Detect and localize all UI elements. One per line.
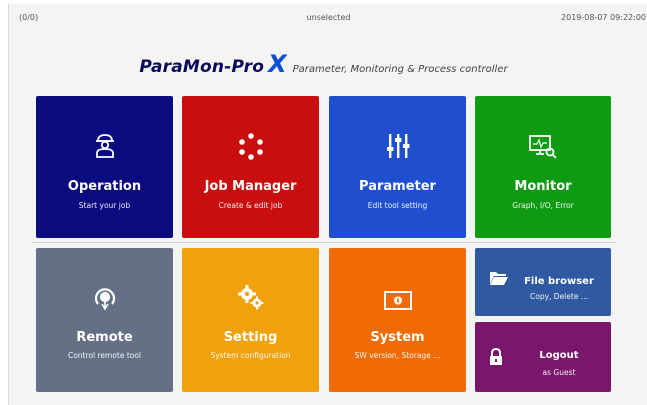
logout-tile[interactable]: Logout as Guest (475, 322, 611, 392)
system-tile[interactable]: System SW version, Storage ... (329, 248, 466, 392)
remote-tile[interactable]: Remote Control remote tool (36, 248, 173, 392)
parameter-tile[interactable]: Parameter Edit tool setting (329, 96, 466, 238)
brand-name: ParaMon-Pro (139, 57, 265, 77)
sliders-icon (329, 132, 466, 160)
operation-subtitle: Start your job (78, 201, 131, 210)
setting-subtitle: System configuration (210, 351, 291, 360)
datetime-status: 2019-08-07 09:22:00 (561, 13, 646, 22)
parameter-subtitle: Edit tool setting (367, 201, 428, 210)
file-browser-subtitle: Copy, Delete ... (530, 292, 588, 301)
row-divider (32, 242, 616, 243)
logout-title: Logout (539, 350, 579, 361)
selection-status: unselected (306, 13, 351, 22)
folder-icon (489, 270, 509, 286)
logout-subtitle: as Guest (542, 368, 576, 377)
lock-icon (489, 348, 503, 366)
monitor-title: Monitor (514, 179, 572, 194)
operation-tile[interactable]: Operation Start your job (36, 96, 173, 238)
remote-subtitle: Control remote tool (67, 351, 142, 360)
system-subtitle: SW version, Storage ... (354, 351, 441, 360)
job-network-icon (182, 132, 319, 160)
brand-header: ParaMon-Pro X Parameter, Monitoring & Proc… (0, 50, 647, 78)
system-title: System (370, 330, 425, 345)
remote-touch-icon (36, 284, 173, 312)
setting-title: Setting (223, 330, 278, 345)
parameter-title: Parameter (359, 179, 436, 194)
gears-icon (182, 284, 319, 310)
monitor-subtitle: Graph, I/O, Error (512, 201, 574, 210)
job-manager-tile[interactable]: Job Manager Create & edit job (182, 96, 319, 238)
monitor-tile[interactable]: Monitor Graph, I/O, Error (475, 96, 611, 238)
worker-icon (36, 132, 173, 158)
operation-title: Operation (67, 179, 142, 194)
file-browser-title: File browser (524, 276, 594, 287)
system-info-icon (329, 290, 466, 312)
brand-x-logo: X (268, 50, 287, 78)
brand-tagline: Parameter, Monitoring & Process controll… (292, 64, 508, 75)
setting-tile[interactable]: Setting System configuration (182, 248, 319, 392)
status-bar: (0/0) unselected 2019-08-07 09:22:00 (9, 4, 647, 26)
remote-title: Remote (76, 330, 133, 345)
job-manager-subtitle: Create & edit job (218, 201, 283, 210)
file-browser-tile[interactable]: File browser Copy, Delete ... (475, 248, 611, 316)
job-manager-title: Job Manager (204, 179, 297, 194)
monitor-search-icon (475, 132, 611, 160)
